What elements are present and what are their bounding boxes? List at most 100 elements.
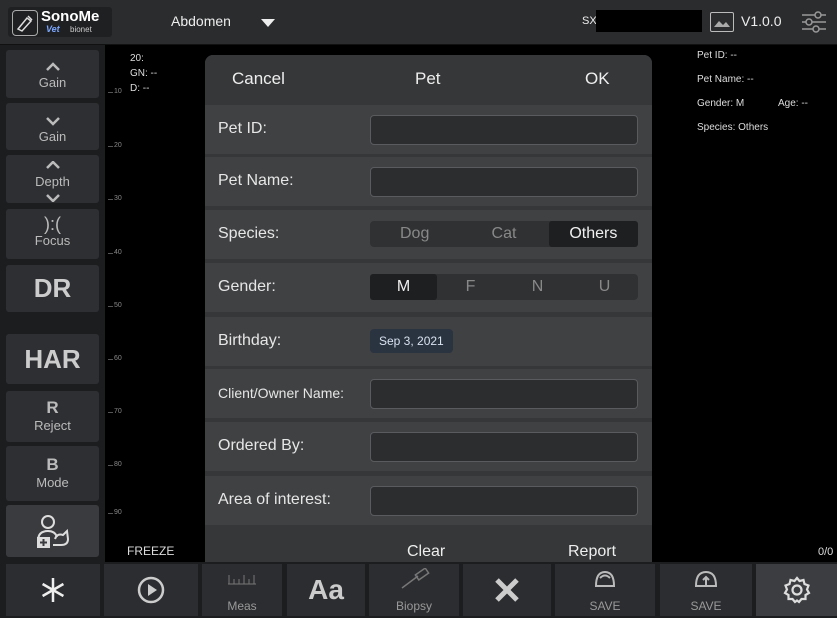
- focus-icon: ):(: [44, 214, 61, 234]
- pet-id-label: Pet ID:: [218, 120, 267, 137]
- scale-tick: [108, 199, 113, 200]
- redacted-serial: [596, 10, 702, 32]
- species-option-cat[interactable]: Cat: [459, 221, 548, 247]
- gain-up-button[interactable]: Gain: [6, 50, 99, 98]
- species-label: Species:: [218, 225, 280, 242]
- age-readout: Age: --: [778, 98, 809, 109]
- species-selector: Dog Cat Others: [370, 221, 638, 247]
- scale-label: 50: [114, 302, 122, 309]
- scale-tick: [108, 412, 113, 413]
- birthday-row: Birthday: Sep 3, 2021: [205, 317, 652, 366]
- snowflake-icon: [6, 564, 100, 609]
- pet-info-dialog: Cancel Pet OK Pet ID: Pet Name: Species:…: [205, 55, 652, 572]
- client-label: Client/Owner Name:: [218, 385, 345, 401]
- gender-option-f[interactable]: F: [437, 274, 504, 300]
- save-cine-label: SAVE: [690, 599, 722, 613]
- scale-tick: [108, 253, 113, 254]
- dr-button[interactable]: DR: [6, 265, 99, 312]
- measure-button[interactable]: Meas: [202, 564, 282, 616]
- gender-selector: M F N U: [370, 274, 638, 300]
- scale-tick: [108, 359, 113, 360]
- birthday-label: Birthday:: [218, 332, 282, 349]
- gender-row: Gender: M F N U: [205, 263, 652, 312]
- image-info-line: 20:: [130, 53, 144, 64]
- birthday-picker[interactable]: Sep 3, 2021: [370, 329, 453, 353]
- top-bar: SonoMe Vet bionet Abdomen SX- V1.0.0: [0, 0, 837, 45]
- sliders-icon[interactable]: [800, 9, 828, 35]
- annotation-button[interactable]: Aa: [287, 564, 365, 616]
- image-icon[interactable]: [710, 12, 734, 32]
- ordered-by-input[interactable]: [370, 432, 638, 462]
- mode-button[interactable]: B Mode: [6, 446, 99, 501]
- pet-name-readout: Pet Name: --: [697, 74, 754, 85]
- cine-play-button[interactable]: [104, 564, 198, 616]
- chevron-down-icon: [6, 189, 99, 207]
- brand-sub: Vet: [46, 24, 60, 34]
- pet-name-input[interactable]: [370, 167, 638, 197]
- depth-readout: D: --: [130, 83, 150, 94]
- biopsy-label: Biopsy: [395, 599, 433, 613]
- gain-up-label: Gain: [38, 75, 67, 90]
- delete-button[interactable]: [463, 564, 551, 616]
- scale-label: 10: [114, 88, 122, 95]
- area-label: Area of interest:: [218, 491, 331, 508]
- gender-option-m[interactable]: M: [370, 274, 437, 300]
- client-input[interactable]: [370, 379, 638, 409]
- gender-label: Gender:: [218, 278, 276, 295]
- har-button[interactable]: HAR: [6, 334, 99, 384]
- cancel-button[interactable]: Cancel: [232, 69, 285, 89]
- gear-icon: [756, 564, 837, 610]
- depth-button[interactable]: Depth: [6, 155, 99, 203]
- bottom-toolbar: Meas Aa Biopsy SAVE SAVE: [0, 562, 837, 618]
- report-button[interactable]: Report: [568, 543, 616, 561]
- app-logo: SonoMe Vet bionet: [8, 7, 112, 37]
- chevron-up-icon: [6, 155, 99, 175]
- patient-button[interactable]: [6, 505, 99, 557]
- scale-label: 60: [114, 355, 122, 362]
- play-icon: [104, 564, 198, 611]
- gender-option-u[interactable]: U: [571, 274, 638, 300]
- freeze-status: FREEZE: [127, 544, 175, 558]
- needle-icon: [369, 564, 459, 595]
- species-option-others[interactable]: Others: [548, 221, 638, 247]
- scale-tick: [108, 306, 113, 307]
- focus-label: Focus: [34, 233, 71, 248]
- gender-option-n[interactable]: N: [504, 274, 571, 300]
- area-input[interactable]: [370, 486, 638, 516]
- species-readout: Species: Others: [697, 122, 769, 133]
- save-cine-button[interactable]: SAVE: [660, 564, 752, 616]
- close-icon: [463, 564, 551, 609]
- scale-label: 90: [114, 509, 122, 516]
- preset-selector[interactable]: Abdomen: [171, 13, 231, 29]
- mode-symbol: B: [46, 455, 59, 474]
- frame-counter: 0/0: [818, 546, 834, 558]
- save-image-button[interactable]: SAVE: [555, 564, 655, 616]
- reject-button[interactable]: R Reject: [6, 391, 99, 442]
- probe-logo-icon: [12, 10, 38, 36]
- gain-down-label: Gain: [38, 129, 67, 144]
- clear-button[interactable]: Clear: [407, 543, 445, 561]
- scale-tick: [108, 513, 113, 514]
- ok-button[interactable]: OK: [585, 69, 610, 89]
- gain-down-button[interactable]: Gain: [6, 103, 99, 150]
- dialog-title: Pet: [415, 69, 441, 88]
- chevron-up-icon: [6, 50, 99, 75]
- scale-label: 40: [114, 249, 122, 256]
- pet-id-input[interactable]: [370, 115, 638, 145]
- brand-sub2: bionet: [70, 25, 92, 34]
- mode-label: Mode: [36, 475, 69, 490]
- gain-readout: GN: --: [130, 68, 158, 79]
- focus-button[interactable]: ):( Focus: [6, 209, 99, 259]
- scale-tick: [108, 92, 113, 93]
- pet-name-row: Pet Name:: [205, 157, 652, 206]
- depth-scale: 10 20 30 40 50 60 70 80 90: [105, 45, 125, 545]
- freeze-button[interactable]: [6, 564, 100, 616]
- chevron-down-icon[interactable]: [261, 19, 275, 27]
- biopsy-button[interactable]: Biopsy: [369, 564, 459, 616]
- species-option-dog[interactable]: Dog: [370, 221, 459, 247]
- scale-label: 30: [114, 195, 122, 202]
- reject-symbol: R: [46, 398, 59, 417]
- scale-label: 20: [114, 142, 122, 149]
- settings-button[interactable]: [756, 564, 837, 616]
- depth-label: Depth: [35, 174, 70, 189]
